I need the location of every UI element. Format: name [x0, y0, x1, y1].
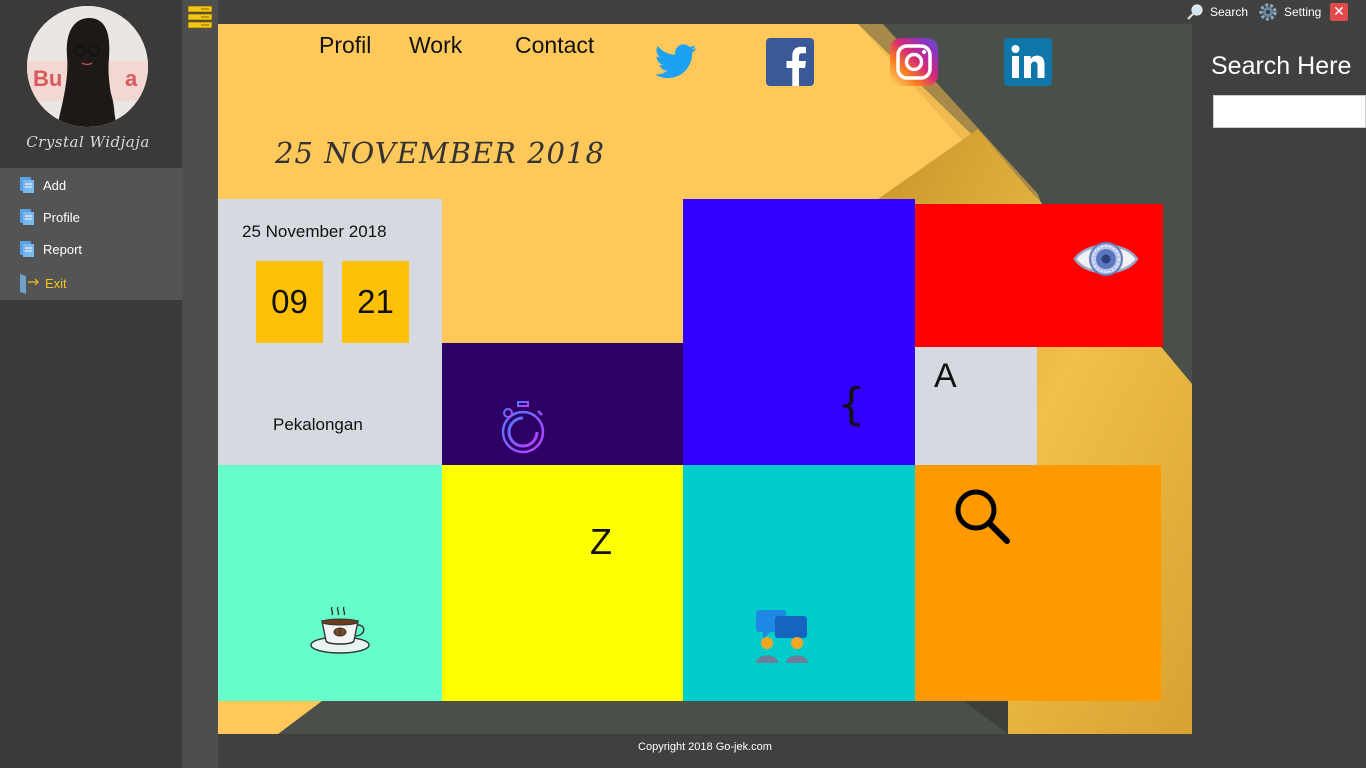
avatar[interactable]: Bu a	[27, 6, 148, 127]
nav-work[interactable]: Work	[409, 32, 462, 59]
date-time-tile: 25 November 2018 09 21 Pekalongan	[218, 199, 442, 465]
top-setting-button[interactable]: Setting	[1258, 2, 1321, 22]
svg-text:a: a	[125, 66, 138, 91]
document-icon	[20, 209, 34, 225]
hour-box: 09	[256, 261, 323, 343]
menu-item-exit[interactable]: Exit	[0, 268, 182, 298]
facebook-icon[interactable]	[766, 38, 814, 86]
nav-contact[interactable]: Contact	[515, 32, 594, 59]
top-search-label: Search	[1210, 5, 1249, 19]
menu-item-report[interactable]: Report	[0, 234, 182, 264]
teal-tile[interactable]	[683, 465, 915, 701]
menu-item-label: Profile	[43, 209, 80, 225]
search-icon	[955, 489, 1010, 544]
document-icon	[20, 241, 34, 257]
eye-icon	[1073, 242, 1139, 276]
date-heading: 25 NOVEMBER 2018	[275, 136, 605, 170]
gray-tile[interactable]: A	[915, 347, 1037, 465]
close-button[interactable]: ✕	[1330, 3, 1348, 21]
search-panel-title: Search Here	[1211, 52, 1352, 80]
yellow-tile[interactable]: Z	[442, 465, 683, 701]
svg-text:Bu: Bu	[33, 66, 62, 91]
main-canvas: Profil Work Contact 25 NOVEMBER 2018 25 …	[218, 24, 1192, 734]
exit-door-icon	[20, 274, 39, 294]
search-input[interactable]	[1213, 95, 1366, 128]
brace-glyph: {	[838, 379, 865, 430]
menu-item-profile[interactable]: Profile	[0, 202, 182, 232]
menu-item-label: Add	[43, 177, 67, 193]
footer: Copyright 2018 Go-jek.com	[218, 734, 1192, 768]
document-icon	[20, 177, 34, 193]
nav-profil[interactable]: Profil	[319, 32, 371, 59]
chat-users-icon	[756, 610, 808, 663]
blue-tile[interactable]: {	[683, 199, 915, 465]
sidebar: Bu a Crystal Widjaja Add Profile Report …	[0, 0, 182, 768]
city-label: Pekalongan	[273, 415, 363, 434]
red-tile[interactable]	[915, 204, 1163, 347]
top-search-button[interactable]: Search	[1186, 3, 1248, 21]
profile-area: Bu a Crystal Widjaja	[0, 0, 182, 168]
top-setting-label: Setting	[1284, 5, 1322, 19]
linkedin-icon[interactable]	[1004, 38, 1052, 86]
minute-box: 21	[342, 261, 409, 343]
stopwatch-icon	[501, 401, 545, 454]
menu-item-add[interactable]: Add	[0, 170, 182, 200]
instagram-icon[interactable]	[890, 38, 938, 86]
date-label: 25 November 2018	[242, 222, 387, 241]
sidebar-menu: Add Profile Report Exit	[0, 168, 182, 300]
right-panel	[1192, 24, 1366, 768]
orange-tile[interactable]	[915, 465, 1161, 701]
menu-item-label: Report	[43, 241, 83, 257]
mint-tile[interactable]	[218, 465, 442, 701]
user-name: Crystal Widjaja	[26, 133, 150, 151]
magnifier-icon	[1187, 4, 1203, 20]
letter-a-glyph: A	[934, 357, 957, 395]
letter-z-glyph: Z	[590, 521, 612, 562]
menu-item-label: Exit	[45, 275, 67, 291]
coffee-cup-icon	[310, 606, 370, 654]
gear-icon	[1259, 3, 1277, 21]
purple-tile[interactable]	[442, 343, 683, 465]
twitter-icon[interactable]	[651, 38, 699, 86]
side-strip	[182, 0, 218, 768]
hamburger-menu-icon[interactable]	[187, 5, 213, 30]
